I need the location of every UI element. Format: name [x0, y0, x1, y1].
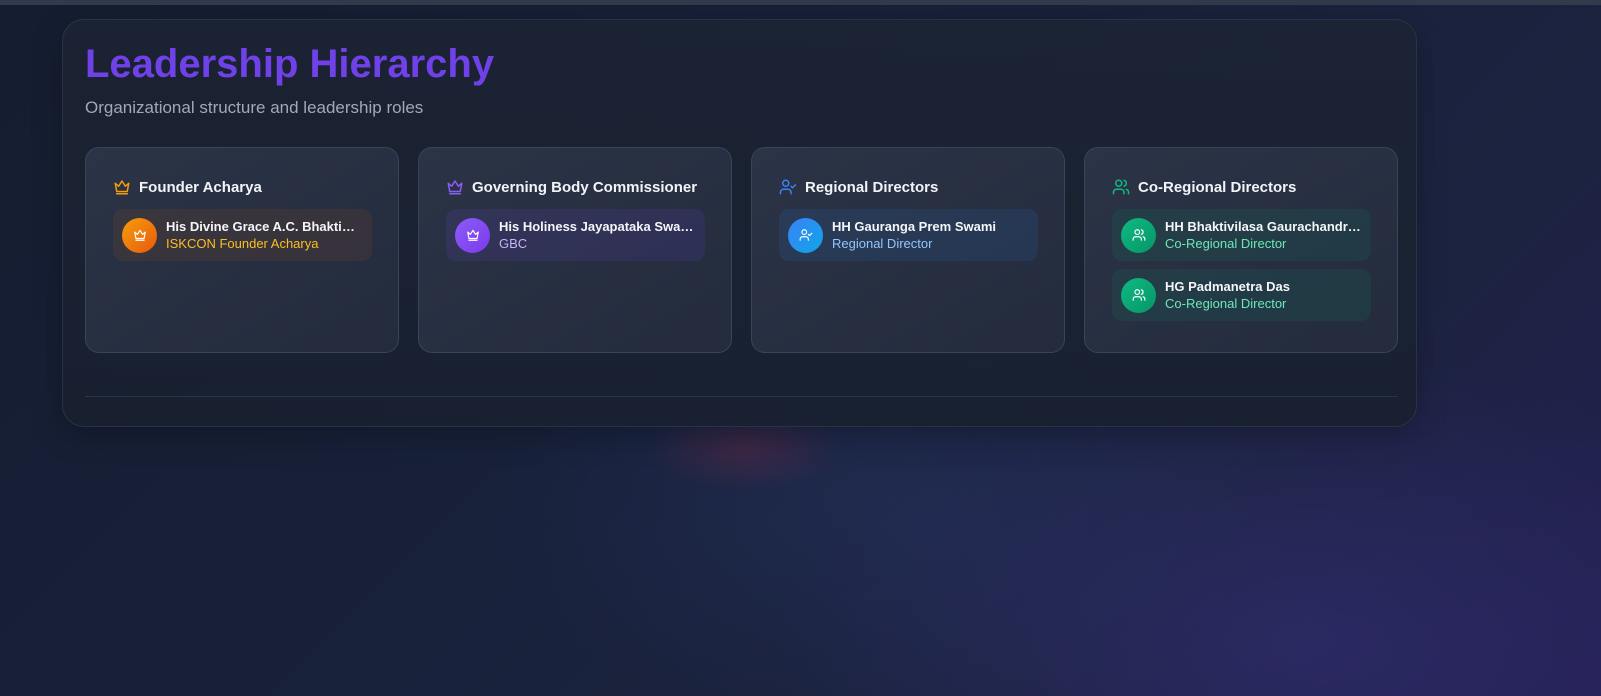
card-header: Co-Regional Directors: [1112, 178, 1296, 196]
avatar: [122, 217, 157, 253]
crown-icon: [466, 228, 480, 242]
avatar: [1121, 277, 1156, 313]
member-role: Regional Director: [832, 236, 933, 251]
member-card[interactable]: HH Bhaktivilasa Gaurachandra Swami Co-Re…: [1112, 209, 1371, 261]
card-header: Regional Directors: [779, 178, 938, 196]
card-founder-acharya: Founder Acharya His Divine Grace A.C. Bh…: [85, 147, 399, 353]
page-subtitle: Organizational structure and leadership …: [85, 98, 424, 117]
member-role: Co-Regional Director: [1165, 296, 1287, 311]
users-icon: [1112, 178, 1130, 196]
card-title: Governing Body Commissioner: [472, 178, 698, 196]
member-card[interactable]: His Holiness Jayapataka Swami GBC: [446, 209, 705, 261]
card-header: Founder Acharya: [113, 178, 262, 196]
avatar: [455, 217, 490, 253]
card-title: Founder Acharya: [139, 178, 262, 196]
member-card[interactable]: His Divine Grace A.C. Bhaktivedanta Swam…: [113, 209, 372, 261]
top-strip: [0, 0, 1601, 5]
users-icon: [1132, 228, 1146, 242]
member-name: His Divine Grace A.C. Bhaktivedanta Swam…: [166, 219, 362, 234]
member-name: HH Bhaktivilasa Gaurachandra Swami: [1165, 219, 1361, 234]
member-role: Co-Regional Director: [1165, 236, 1287, 251]
user-check-icon: [799, 228, 813, 242]
member-role: ISKCON Founder Acharya: [166, 236, 319, 251]
crown-icon: [133, 228, 147, 242]
leadership-panel: Leadership Hierarchy Organizational stru…: [62, 19, 1417, 427]
hierarchy-grid: Founder Acharya His Divine Grace A.C. Bh…: [85, 147, 1398, 353]
member-card[interactable]: HG Padmanetra Das Co-Regional Director: [1112, 269, 1371, 321]
divider: [85, 396, 1398, 397]
card-title: Regional Directors: [805, 178, 939, 196]
card-title: Co-Regional Directors: [1138, 178, 1297, 196]
avatar: [1121, 217, 1156, 253]
member-name: HG Padmanetra Das: [1165, 279, 1290, 294]
users-icon: [1132, 288, 1146, 302]
card-header: Governing Body Commissioner: [446, 178, 697, 196]
member-role: GBC: [499, 236, 528, 251]
member-card[interactable]: HH Gauranga Prem Swami Regional Director: [779, 209, 1038, 261]
card-co-regional-directors: Co-Regional Directors HH Bhaktivilasa Ga…: [1084, 147, 1398, 353]
member-name: His Holiness Jayapataka Swami: [499, 219, 695, 234]
crown-icon: [446, 178, 464, 196]
member-name: HH Gauranga Prem Swami: [832, 219, 996, 234]
crown-icon: [113, 178, 131, 196]
page-title: Leadership Hierarchy: [85, 42, 495, 86]
user-check-icon: [779, 178, 797, 196]
card-governing-body-commissioner: Governing Body Commissioner His Holiness…: [418, 147, 732, 353]
avatar: [788, 217, 823, 253]
card-regional-directors: Regional Directors HH Gauranga Prem Swam…: [751, 147, 1065, 353]
